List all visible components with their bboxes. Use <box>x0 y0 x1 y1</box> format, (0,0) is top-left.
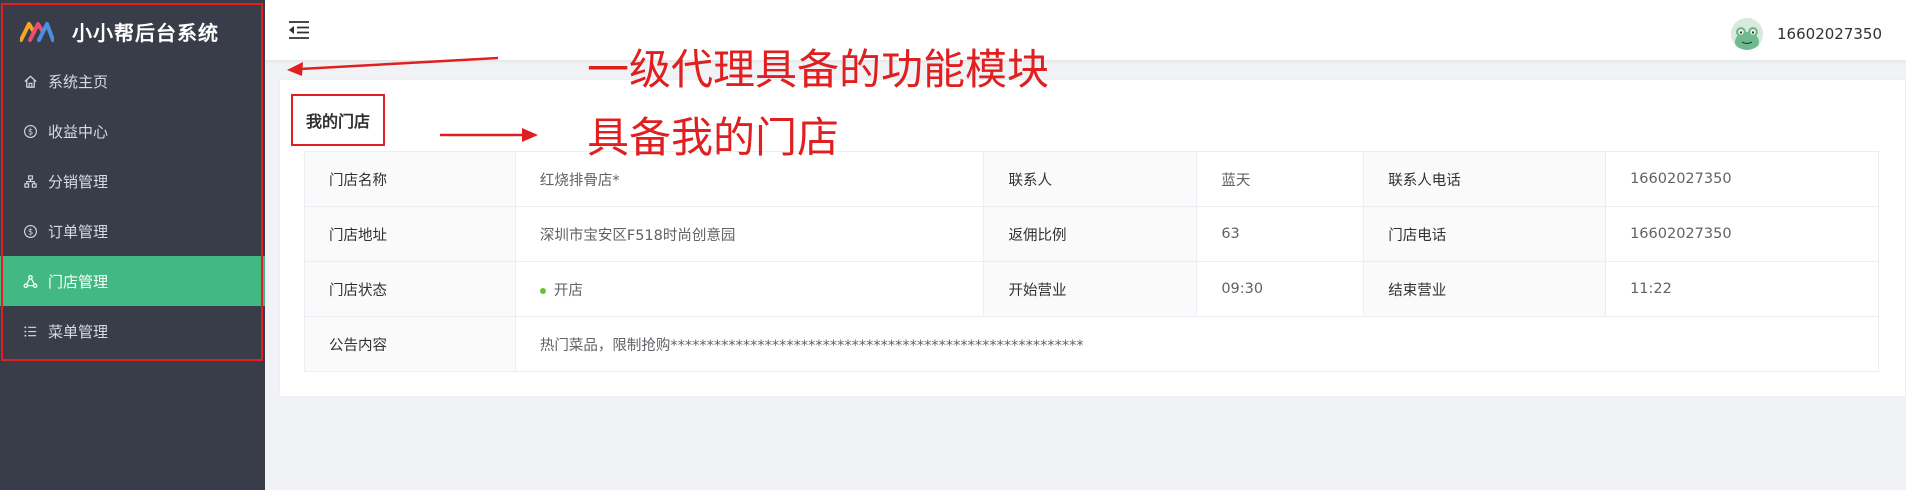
label-contact: 联系人 <box>983 151 1198 207</box>
value-open-time: 09:30 <box>1196 261 1365 317</box>
value-contact-phone: 16602027350 <box>1605 151 1879 207</box>
label-store-address: 门店地址 <box>304 206 516 262</box>
value-store-status: 开店 <box>514 261 985 317</box>
sidebar-item-menu[interactable]: 菜单管理 <box>0 306 265 356</box>
hierarchy-icon <box>22 173 38 189</box>
table-row: 门店名称 红烧排骨店* 联系人 蓝天 联系人电话 16602027350 <box>304 151 1879 207</box>
network-icon <box>22 273 38 289</box>
sidebar-item-label: 收益中心 <box>48 122 109 141</box>
sidebar-item-home[interactable]: 系统主页 <box>0 56 265 106</box>
label-notice: 公告内容 <box>304 316 516 372</box>
sidebar-item-label: 系统主页 <box>48 72 109 91</box>
status-text: 开店 <box>553 282 583 299</box>
status-dot <box>539 287 546 294</box>
user-info[interactable]: 16602027350 <box>1731 18 1882 50</box>
brand[interactable]: 小小帮后台系统 <box>0 0 265 62</box>
svg-text:$: $ <box>27 226 32 236</box>
card-title: 我的门店 <box>291 94 386 146</box>
sidebar-item-revenue[interactable]: $ 收益中心 <box>0 106 265 156</box>
table-row: 门店状态 开店 开始营业 09:30 结束营业 11:22 <box>304 261 1879 317</box>
label-store-name: 门店名称 <box>304 151 516 207</box>
app-title: 小小帮后台系统 <box>72 20 219 45</box>
table-row: 门店地址 深圳市宝安区F518时尚创意园 返佣比例 63 门店电话 166020… <box>304 206 1879 262</box>
table-row: 公告内容 热门菜品，限制抢购**************************… <box>304 316 1880 372</box>
brand-logo <box>20 22 54 42</box>
value-store-address: 深圳市宝安区F518时尚创意园 <box>514 206 985 262</box>
value-notice: 热门菜品，限制抢购*******************************… <box>514 316 1880 372</box>
store-descriptions: 门店名称 红烧排骨店* 联系人 蓝天 联系人电话 16602027350 门店地… <box>304 151 1880 372</box>
label-store-status: 门店状态 <box>304 261 516 317</box>
label-store-phone: 门店电话 <box>1363 206 1607 262</box>
sidebar-item-label: 订单管理 <box>48 222 109 241</box>
value-commission-ratio: 63 <box>1196 206 1365 262</box>
svg-text:$: $ <box>27 126 32 136</box>
dollar-circle-icon: $ <box>22 223 38 239</box>
label-commission-ratio: 返佣比例 <box>983 206 1198 262</box>
sidebar-item-orders[interactable]: $ 订单管理 <box>0 206 265 256</box>
label-open-time: 开始营业 <box>983 261 1198 317</box>
annotation-text-store: 具备我的门店 <box>587 113 840 162</box>
list-icon <box>22 323 38 339</box>
store-card: 我的门店 门店名称 红烧排骨店* 联系人 蓝天 联系人电话 1660202735… <box>279 79 1906 397</box>
sidebar-item-stores[interactable]: 门店管理 <box>0 256 265 306</box>
username[interactable]: 16602027350 <box>1777 25 1882 43</box>
label-contact-phone: 联系人电话 <box>1363 151 1607 207</box>
menu-fold-icon[interactable] <box>287 19 311 41</box>
top-header: 16602027350 <box>265 0 1906 60</box>
sidebar: 小小帮后台系统 系统主页 $ 收益中心 分销管理 $ 订单管理 门店管理 菜单管… <box>0 0 265 490</box>
annotation-text-modules: 一级代理具备的功能模块 <box>587 45 1050 94</box>
sidebar-item-distribution[interactable]: 分销管理 <box>0 156 265 206</box>
sidebar-item-label: 分销管理 <box>48 172 109 191</box>
frog-avatar-icon <box>1731 18 1764 50</box>
dollar-circle-icon: $ <box>22 123 38 139</box>
sidebar-item-label: 菜单管理 <box>48 322 109 341</box>
home-icon <box>22 73 38 89</box>
sidebar-menu: 系统主页 $ 收益中心 分销管理 $ 订单管理 门店管理 菜单管理 <box>0 56 265 356</box>
value-close-time: 11:22 <box>1605 261 1879 317</box>
value-contact: 蓝天 <box>1196 151 1365 207</box>
sidebar-item-label: 门店管理 <box>48 272 109 291</box>
value-store-phone: 16602027350 <box>1605 206 1879 262</box>
label-close-time: 结束营业 <box>1363 261 1607 317</box>
avatar[interactable] <box>1731 18 1764 50</box>
